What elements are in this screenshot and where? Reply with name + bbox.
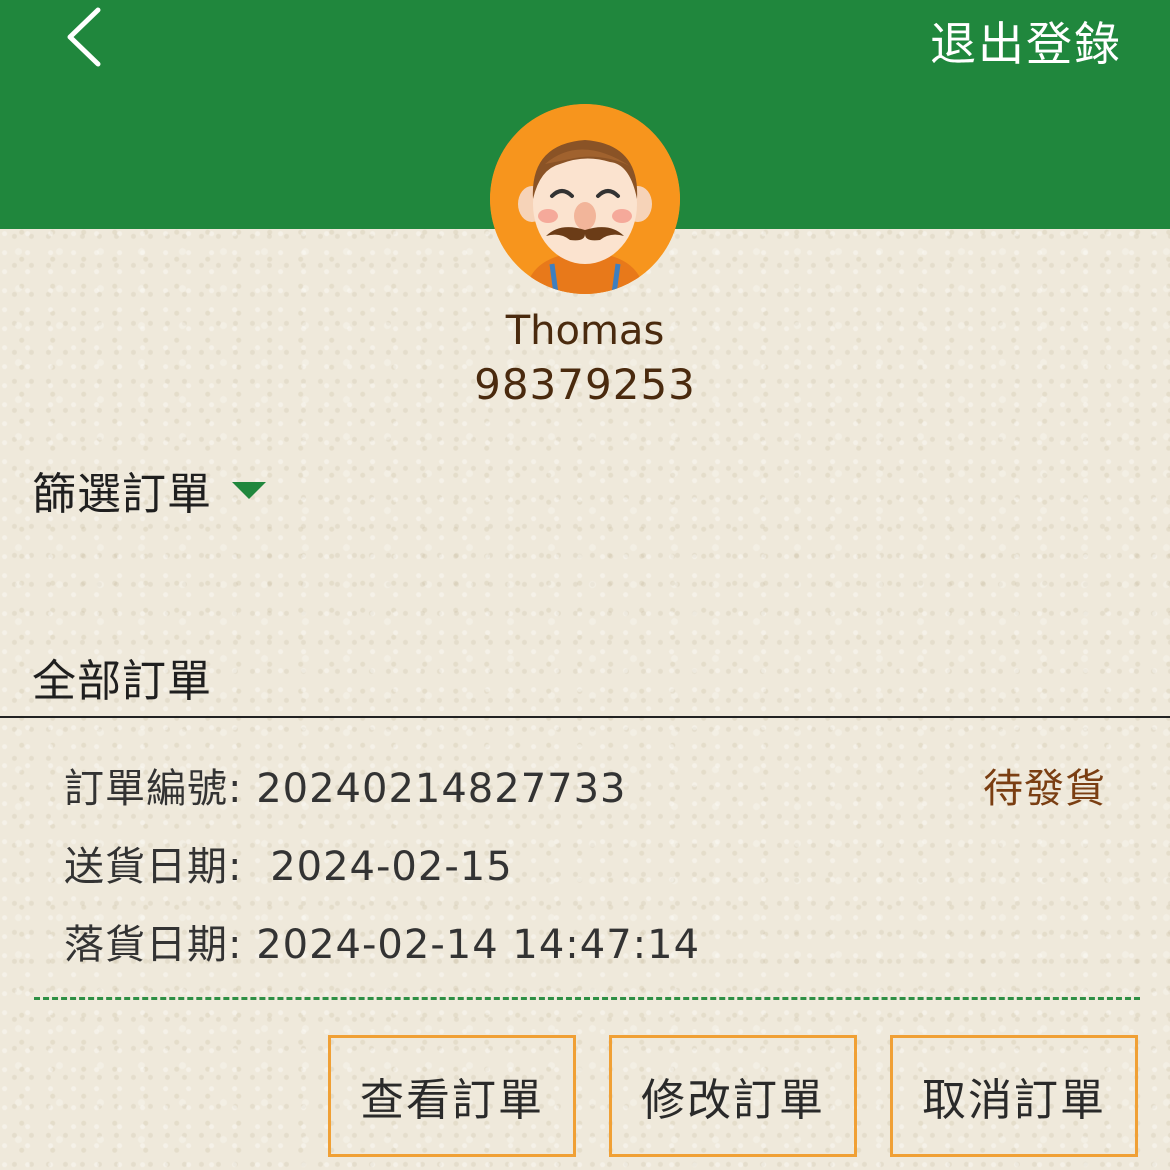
delivery-date-row: 送貨日期: 2024-02-15	[64, 834, 513, 892]
order-status-badge: 待發貨	[983, 766, 1106, 812]
logout-button[interactable]: 退出登錄	[930, 8, 1122, 74]
chevron-left-icon	[67, 7, 101, 67]
order-number-value: 20240214827733	[256, 766, 627, 812]
user-phone: 98379253	[474, 360, 696, 409]
cancel-order-button[interactable]: 取消訂單	[890, 1035, 1138, 1157]
section-divider	[0, 716, 1170, 718]
back-button[interactable]	[62, 6, 112, 68]
delivery-date-label: 送貨日期:	[64, 844, 243, 890]
avatar-illustration	[490, 104, 680, 294]
all-orders-title: 全部訂單	[32, 656, 212, 707]
placed-date-label: 落貨日期:	[64, 922, 243, 968]
placed-date-row: 落貨日期: 2024-02-14 14:47:14	[64, 912, 700, 970]
delivery-date-value: 2024-02-15	[270, 844, 513, 890]
filter-orders-dropdown[interactable]: 篩選訂單	[32, 458, 266, 522]
order-divider	[34, 997, 1140, 1000]
order-number-row: 訂單編號: 20240214827733	[64, 756, 627, 814]
filter-label: 篩選訂單	[32, 469, 212, 520]
order-number-label: 訂單編號:	[64, 766, 243, 812]
user-avatar	[490, 104, 680, 294]
view-order-button[interactable]: 查看訂單	[328, 1035, 576, 1157]
edit-order-button[interactable]: 修改訂單	[609, 1035, 857, 1157]
placed-date-value: 2024-02-14 14:47:14	[256, 922, 701, 968]
caret-down-icon	[232, 481, 266, 499]
user-name: Thomas	[505, 308, 665, 354]
